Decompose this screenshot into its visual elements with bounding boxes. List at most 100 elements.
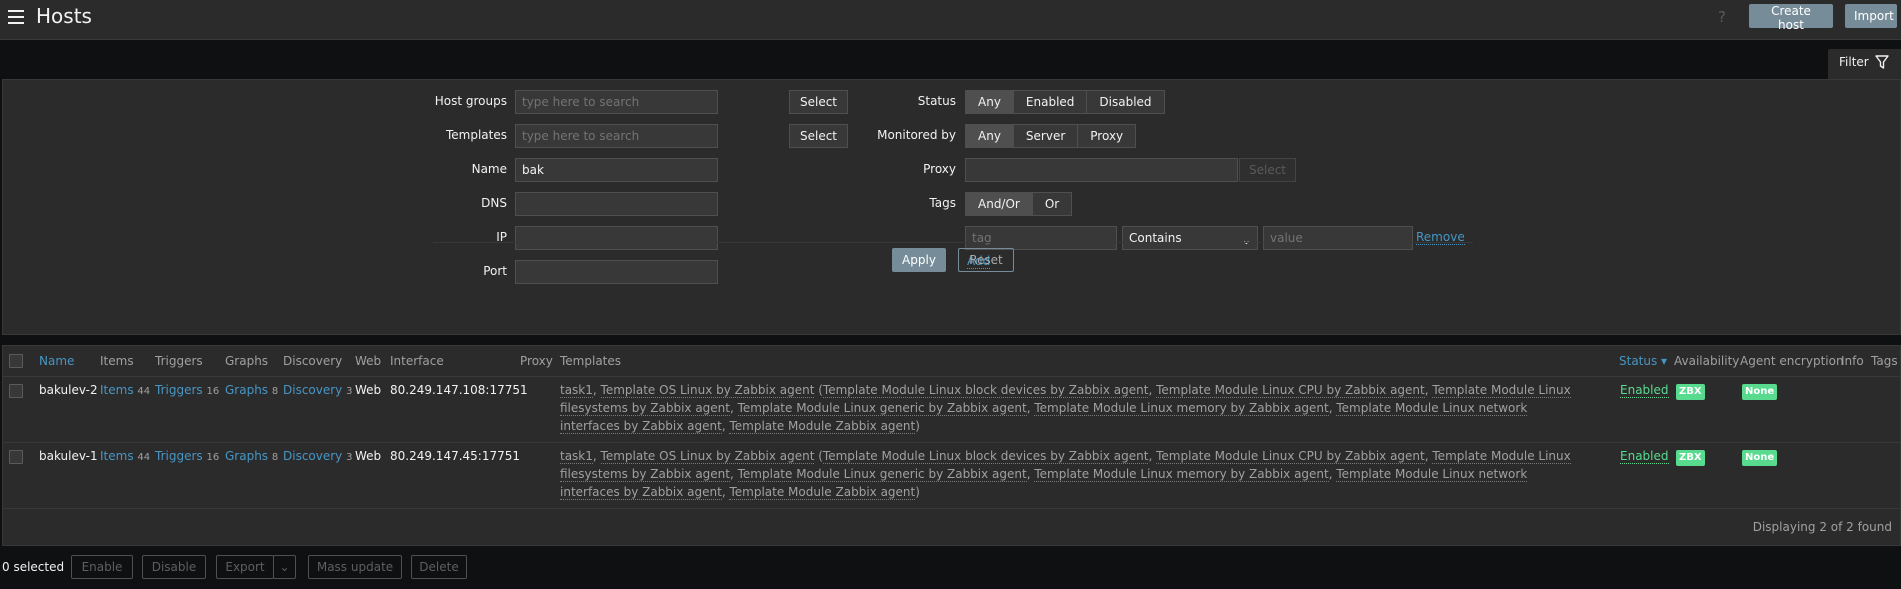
- templates-select-button[interactable]: Select: [789, 124, 848, 148]
- name-label: Name: [471, 162, 507, 176]
- template-link[interactable]: Template Module Zabbix agent: [729, 485, 916, 500]
- template-link[interactable]: Template Module Linux block devices by Z…: [822, 449, 1149, 464]
- triggers-count: 16: [206, 452, 220, 463]
- status-toggle[interactable]: Enabled: [1620, 449, 1669, 464]
- triggers-cell: Triggers 16: [155, 449, 219, 463]
- template-link[interactable]: Template Module Linux CPU by Zabbix agen…: [1156, 383, 1425, 398]
- import-button[interactable]: Import: [1845, 4, 1897, 28]
- ip-input[interactable]: [515, 226, 718, 250]
- discovery-count: 3: [346, 386, 353, 397]
- encryption-badge: None: [1742, 450, 1778, 466]
- column-header-templates: Templates: [560, 354, 622, 368]
- delete-button[interactable]: Delete: [411, 555, 467, 579]
- items-link[interactable]: Items: [100, 449, 134, 463]
- discovery-link[interactable]: Discovery: [283, 383, 342, 397]
- triggers-cell: Triggers 16: [155, 383, 219, 397]
- host-name-link[interactable]: bakulev-1: [39, 449, 98, 463]
- templates-input[interactable]: type here to search: [515, 124, 718, 148]
- column-header-proxy: Proxy: [520, 354, 553, 368]
- monitored-by-proxy[interactable]: Proxy: [1078, 125, 1135, 147]
- template-link[interactable]: Template Module Linux CPU by Zabbix agen…: [1156, 449, 1425, 464]
- export-dropdown-button[interactable]: ⌄: [273, 555, 296, 579]
- web-link[interactable]: Web: [355, 383, 381, 397]
- discovery-cell: Discovery 3: [283, 383, 353, 397]
- discovery-link[interactable]: Discovery: [283, 449, 342, 463]
- host-groups-input[interactable]: type here to search: [515, 90, 718, 114]
- tags-and-or[interactable]: And/Or: [966, 193, 1033, 215]
- select-all-checkbox[interactable]: [9, 354, 23, 368]
- column-header-items: Items: [100, 354, 134, 368]
- selected-count: 0 selected: [2, 560, 65, 574]
- create-host-button[interactable]: Create host: [1749, 4, 1833, 32]
- export-button[interactable]: Export: [216, 555, 274, 579]
- proxy-select-button[interactable]: Select: [1239, 158, 1296, 182]
- status-enabled[interactable]: Enabled: [1014, 91, 1088, 113]
- status-disabled[interactable]: Disabled: [1087, 91, 1163, 113]
- column-header-status[interactable]: Status ▾: [1619, 354, 1667, 368]
- proxy-input[interactable]: [965, 158, 1238, 182]
- graphs-link[interactable]: Graphs: [225, 449, 268, 463]
- graphs-link[interactable]: Graphs: [225, 383, 268, 397]
- port-input[interactable]: [515, 260, 718, 284]
- template-link[interactable]: Template OS Linux by Zabbix agent: [600, 449, 815, 464]
- tags-label: Tags: [929, 196, 956, 210]
- template-link[interactable]: task1: [560, 449, 593, 464]
- name-input[interactable]: bak: [515, 158, 718, 182]
- column-header-name[interactable]: Name: [39, 354, 74, 368]
- tag-value-input[interactable]: value: [1263, 226, 1413, 250]
- proxy-label: Proxy: [923, 162, 956, 176]
- items-link[interactable]: Items: [100, 383, 134, 397]
- menu-icon[interactable]: [8, 10, 24, 24]
- items-count: 44: [137, 452, 151, 463]
- disable-button[interactable]: Disable: [142, 555, 206, 579]
- host-name-link[interactable]: bakulev-2: [39, 383, 98, 397]
- monitored-by-server[interactable]: Server: [1014, 125, 1079, 147]
- template-link[interactable]: Template Module Zabbix agent: [729, 419, 916, 434]
- tags-or[interactable]: Or: [1033, 193, 1071, 215]
- triggers-link[interactable]: Triggers: [155, 449, 203, 463]
- chevron-down-icon: ⌄: [279, 560, 290, 574]
- items-cell: Items 44: [100, 449, 150, 463]
- tags-operator-radio-group: And/Or Or: [965, 192, 1073, 216]
- apply-button[interactable]: Apply: [892, 248, 946, 272]
- column-header-availability: Availability: [1674, 354, 1740, 368]
- availability-badge: ZBX: [1676, 384, 1705, 400]
- template-link[interactable]: Template Module Linux memory by Zabbix a…: [1034, 467, 1329, 482]
- graphs-count: 8: [271, 452, 279, 463]
- port-label: Port: [483, 264, 507, 278]
- availability-badge: ZBX: [1676, 450, 1705, 466]
- tag-operator-select[interactable]: Contains ⌄: [1122, 226, 1258, 250]
- monitored-by-any[interactable]: Any: [966, 125, 1014, 147]
- template-link[interactable]: Template Module Linux generic by Zabbix …: [737, 467, 1027, 482]
- column-header-graphs: Graphs: [225, 354, 269, 368]
- filter-tab[interactable]: Filter: [1828, 49, 1901, 79]
- graphs-cell: Graphs 8: [225, 449, 278, 463]
- help-icon[interactable]: ?: [1718, 8, 1726, 26]
- template-link[interactable]: Template OS Linux by Zabbix agent: [600, 383, 815, 398]
- column-header-discovery: Discovery: [283, 354, 343, 368]
- enable-button[interactable]: Enable: [71, 555, 133, 579]
- template-link[interactable]: task1: [560, 383, 593, 398]
- row-checkbox[interactable]: [9, 450, 23, 464]
- tag-name-input[interactable]: tag: [965, 226, 1117, 250]
- dns-input[interactable]: [515, 192, 718, 216]
- mass-update-button[interactable]: Mass update: [308, 555, 402, 579]
- interface-value: 80.249.147.108:17751: [390, 383, 528, 397]
- web-link[interactable]: Web: [355, 449, 381, 463]
- status-toggle[interactable]: Enabled: [1620, 383, 1669, 398]
- template-link[interactable]: Template Module Linux generic by Zabbix …: [737, 401, 1027, 416]
- status-any[interactable]: Any: [966, 91, 1014, 113]
- graphs-count: 8: [271, 386, 279, 397]
- page-title: Hosts: [36, 4, 92, 28]
- row-checkbox[interactable]: [9, 384, 23, 398]
- template-link[interactable]: Template Module Linux block devices by Z…: [822, 383, 1149, 398]
- reset-button[interactable]: Reset: [958, 248, 1014, 272]
- column-header-interface: Interface: [390, 354, 444, 368]
- column-header-agent-encryption: Agent encryption: [1740, 354, 1844, 368]
- templates-cell: task1, Template OS Linux by Zabbix agent…: [560, 383, 1571, 434]
- template-link[interactable]: Template Module Linux memory by Zabbix a…: [1034, 401, 1329, 416]
- host-groups-select-button[interactable]: Select: [789, 90, 848, 114]
- triggers-link[interactable]: Triggers: [155, 383, 203, 397]
- monitored-by-label: Monitored by: [877, 128, 956, 142]
- status-radio-group: Any Enabled Disabled: [965, 90, 1165, 114]
